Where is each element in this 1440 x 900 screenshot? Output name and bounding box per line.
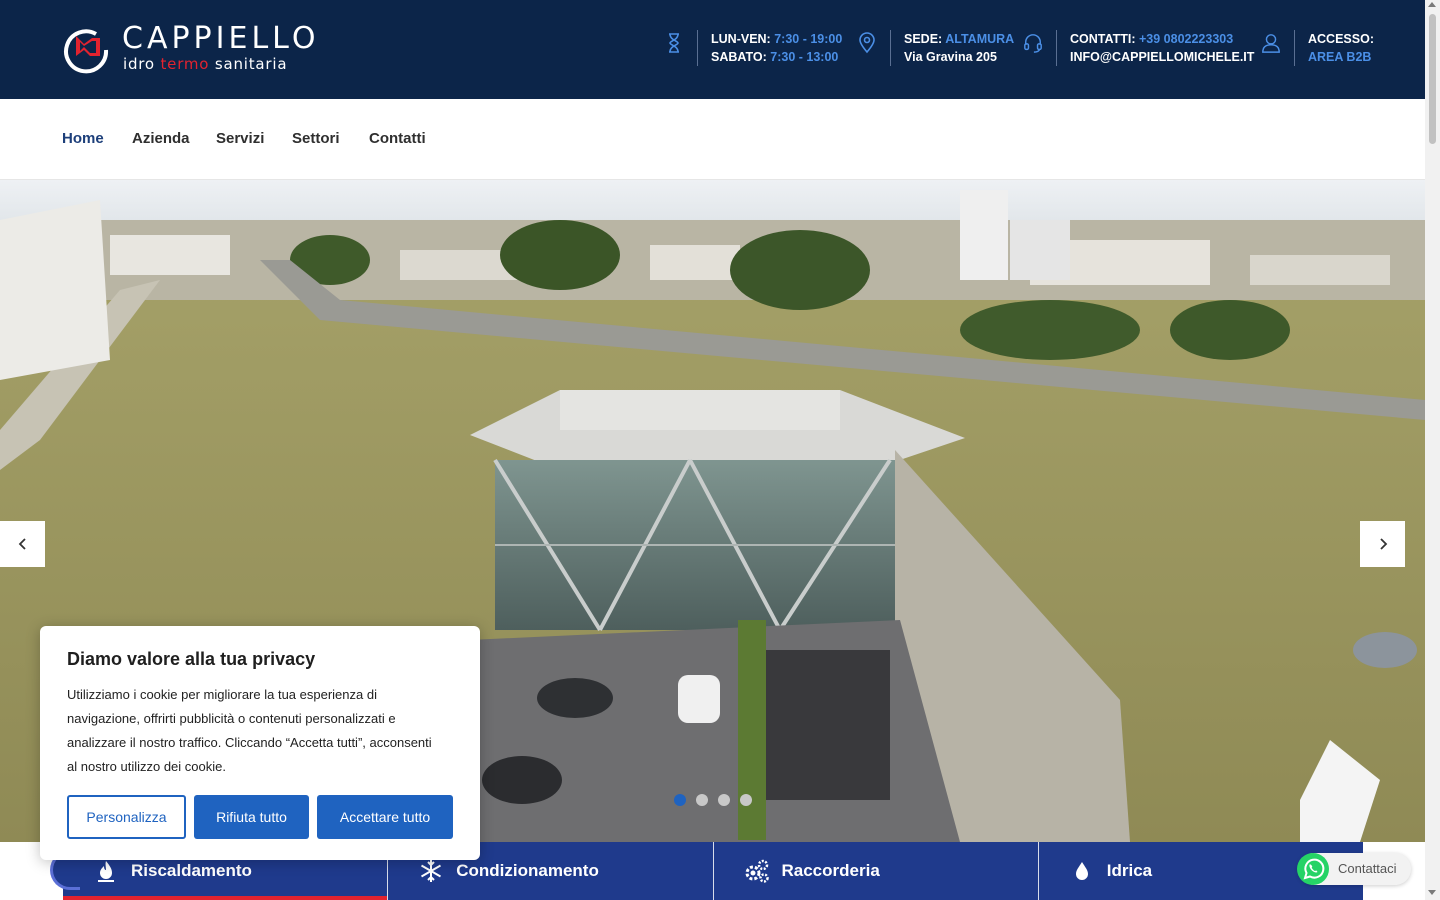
slider-next-button[interactable] <box>1360 521 1405 567</box>
whatsapp-label: Contattaci <box>1338 861 1397 876</box>
map-pin-icon <box>859 32 875 54</box>
phone-link[interactable]: +39 0802223303 <box>1139 32 1233 46</box>
location-address: Via Gravina 205 <box>904 50 997 64</box>
slider-dot-2[interactable] <box>696 794 708 806</box>
nav-contatti[interactable]: Contatti <box>369 130 426 147</box>
category-raccorderia[interactable]: Raccorderia <box>713 842 1039 900</box>
contacts-label: CONTATTI: <box>1070 32 1136 46</box>
hours-text: LUN-VEN: 7:30 - 19:00 SABATO: 7:30 - 13:… <box>711 30 842 66</box>
cookie-customize-button[interactable]: Personalizza <box>67 795 186 839</box>
water-drop-icon <box>1075 862 1088 880</box>
chevron-left-icon <box>18 538 26 550</box>
saturday-hours: 7:30 - 13:00 <box>770 50 839 64</box>
chevron-right-icon <box>1379 538 1387 550</box>
location-label: SEDE: <box>904 32 943 46</box>
nav-servizi[interactable]: Servizi <box>216 130 264 147</box>
slider-dot-4[interactable] <box>740 794 752 806</box>
nav-settori[interactable]: Settori <box>292 130 340 147</box>
logo-title: CAPPIELLO <box>122 21 320 56</box>
category-label: Idrica <box>1106 861 1153 880</box>
header-location: SEDE: ALTAMURA Via Gravina 205 <box>857 30 1014 68</box>
scroll-up-arrow-icon[interactable] <box>1428 2 1436 7</box>
whatsapp-icon <box>1297 853 1329 885</box>
tagline-part-2: termo <box>160 55 210 73</box>
cookie-title: Diamo valore alla tua privacy <box>67 649 316 669</box>
slider-dot-3[interactable] <box>718 794 730 806</box>
scroll-down-arrow-icon[interactable] <box>1428 890 1436 895</box>
header-access: ACCESSO: AREA B2B <box>1261 30 1374 68</box>
gears-icon <box>745 859 769 883</box>
logo-tagline: idro termo sanitaria <box>123 55 287 73</box>
page-scrollbar[interactable] <box>1425 0 1440 900</box>
email-link[interactable]: INFO@CAPPIELLOMICHELE.IT <box>1070 48 1254 66</box>
weekday-label: LUN-VEN: <box>711 32 771 46</box>
divider <box>1294 30 1295 66</box>
cookie-accept-button[interactable]: Accettare tutto <box>317 795 453 839</box>
divider <box>890 30 891 66</box>
header-contacts: CONTATTI: +39 0802223303 INFO@CAPPIELLOM… <box>1023 30 1254 68</box>
nav-home[interactable]: Home <box>62 130 104 147</box>
user-icon <box>1262 34 1280 53</box>
top-header: CAPPIELLO idro termo sanitaria LUN-VEN: … <box>0 0 1425 99</box>
slider-dot-1[interactable] <box>674 794 686 806</box>
access-text: ACCESSO: AREA B2B <box>1308 30 1374 66</box>
saturday-label: SABATO: <box>711 50 767 64</box>
whatsapp-contact-button[interactable]: Contattaci <box>1297 853 1411 885</box>
location-text: SEDE: ALTAMURA Via Gravina 205 <box>904 30 1014 66</box>
flame-icon <box>98 861 114 882</box>
contacts-text: CONTATTI: +39 0802223303 INFO@CAPPIELLOM… <box>1070 30 1254 66</box>
area-b2b-link[interactable]: AREA B2B <box>1308 48 1374 66</box>
cookie-consent-dialog: Diamo valore alla tua privacy Utilizziam… <box>40 626 480 860</box>
nav-azienda[interactable]: Azienda <box>132 130 190 147</box>
header-hours: LUN-VEN: 7:30 - 19:00 SABATO: 7:30 - 13:… <box>664 30 842 68</box>
scroll-thumb[interactable] <box>1429 14 1436 144</box>
category-label: Riscaldamento <box>131 861 252 880</box>
divider <box>1056 30 1057 66</box>
weekday-hours: 7:30 - 19:00 <box>774 32 843 46</box>
location-city[interactable]: ALTAMURA <box>945 32 1014 46</box>
tagline-part-1: idro <box>123 55 155 73</box>
category-label: Condizionamento <box>456 861 599 880</box>
logo-mark-icon <box>64 29 109 74</box>
headset-icon <box>1024 34 1042 53</box>
snowflake-icon <box>421 860 442 882</box>
tagline-part-3: sanitaria <box>214 55 288 73</box>
main-nav: Home Azienda Servizi Settori Contatti <box>0 99 1425 180</box>
hourglass-icon <box>669 33 679 53</box>
category-label: Raccorderia <box>781 861 880 880</box>
slider-prev-button[interactable] <box>0 521 45 567</box>
access-label: ACCESSO: <box>1308 32 1374 46</box>
cookie-text: Utilizziamo i cookie per migliorare la t… <box>67 687 432 774</box>
divider <box>697 30 698 66</box>
cookie-reject-button[interactable]: Rifiuta tutto <box>194 795 309 839</box>
slider-dots <box>674 794 752 806</box>
cappiello-logo[interactable]: CAPPIELLO idro termo sanitaria <box>62 22 315 76</box>
